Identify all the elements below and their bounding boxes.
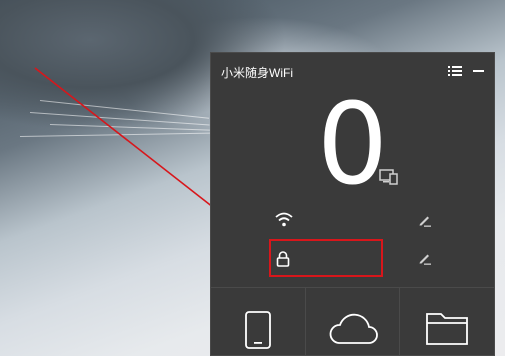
wifi-name-row (211, 203, 494, 239)
minimize-icon[interactable] (470, 62, 488, 80)
xiaomi-wifi-panel: 小米随身WiFi 0 (210, 52, 495, 356)
cloud-button[interactable] (306, 288, 401, 356)
connected-device-count: 0 (316, 80, 389, 210)
wifi-icon (275, 212, 293, 233)
folder-icon (426, 313, 469, 345)
password-highlight-box (269, 239, 383, 277)
devices-icon[interactable] (379, 169, 399, 190)
cloud-icon (329, 313, 378, 344)
phone-icon (244, 311, 271, 349)
window-title: 小米随身WiFi (221, 66, 293, 80)
edit-password-pencil-icon[interactable] (418, 251, 432, 270)
phone-button[interactable] (211, 288, 306, 356)
edit-wifi-name-pencil-icon[interactable] (418, 213, 432, 232)
folder-button[interactable] (400, 288, 494, 356)
list-icon[interactable] (446, 62, 464, 80)
screenshot-stage: 小米随身WiFi 0 (0, 0, 505, 356)
bottom-toolbar (211, 287, 494, 356)
